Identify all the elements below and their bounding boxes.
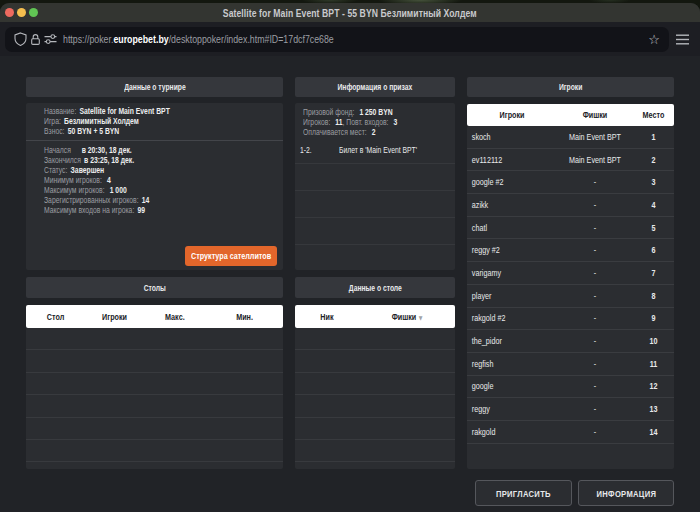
empty-row (26, 418, 283, 440)
column-table[interactable]: Стол (32, 312, 79, 322)
permissions-icon[interactable] (44, 33, 57, 45)
prize-row-empty (295, 191, 455, 218)
browser-window: Satellite for Main Event BPT - 55 BYN Бе… (0, 3, 700, 512)
menu-button[interactable] (669, 34, 695, 45)
shield-icon[interactable] (14, 32, 27, 46)
empty-row (295, 418, 455, 440)
column-place[interactable]: Место (637, 110, 670, 120)
empty-row (26, 373, 283, 395)
hamburger-icon (676, 34, 689, 45)
window-controls (5, 3, 38, 22)
prize-info-line: Игроков: 11, Повт. входов: 3 (303, 117, 425, 127)
tournament-field: Максимум входов на игрока:99 (44, 205, 235, 215)
minimize-window-button[interactable] (17, 8, 26, 17)
empty-row (26, 440, 283, 462)
tournament-field: Взнос:50 BYN + 5 BYN (44, 126, 235, 136)
prize-row-empty (295, 218, 455, 245)
player-row[interactable]: rakgold-14 (467, 421, 674, 444)
empty-row (295, 440, 455, 462)
title-bar: Satellite for Main Event BPT - 55 BYN Бе… (0, 3, 700, 22)
empty-row (26, 328, 283, 350)
empty-row (295, 373, 455, 395)
prize-info: Призовой фонд: 1 250 BYNИгроков: 11, Пов… (295, 107, 455, 137)
prize-row-empty (295, 245, 455, 270)
tournament-field: Зарегистрированных игроков:14 (44, 195, 235, 205)
player-row[interactable]: player-8 (467, 285, 674, 308)
zoom-window-button[interactable] (29, 8, 38, 17)
player-row[interactable]: varigamy-7 (467, 262, 674, 285)
column-max[interactable]: Макс. (150, 312, 199, 322)
tournament-field: Игра:Безлимитный Холдем (44, 116, 235, 126)
player-row[interactable]: google #2-3 (467, 171, 674, 194)
tables-panel-header: Столы (26, 277, 283, 298)
player-row[interactable]: azikk-4 (467, 194, 674, 217)
prize-info-line: Оплачивается мест: 2 (303, 127, 425, 137)
column-nick[interactable]: Ник (301, 312, 352, 322)
empty-row (295, 350, 455, 372)
table-data-column-header: Ник Фишки▼ (295, 305, 455, 328)
empty-row (295, 462, 455, 469)
player-row[interactable]: regfish-11 (467, 353, 674, 376)
address-bar[interactable]: https://poker.europebet.by/desktoppoker/… (5, 27, 669, 52)
column-players[interactable]: Игроки (91, 312, 138, 322)
table-data-list (295, 328, 455, 469)
divider (26, 140, 283, 141)
prizes-panel: Призовой фонд: 1 250 BYNИгроков: 11, Пов… (295, 103, 455, 270)
player-row[interactable]: rakgold #2-9 (467, 308, 674, 331)
player-row[interactable]: chatl-5 (467, 217, 674, 240)
empty-row (295, 328, 455, 350)
information-button[interactable]: ИНФОРМАЦИЯ (578, 480, 674, 506)
players-column-header: Игроки Фишки Место (467, 104, 674, 126)
tournament-panel: Название:Satellite for Main Event BPTИгр… (26, 103, 283, 270)
table-data-panel-header: Данные о столе (295, 277, 455, 298)
empty-row (26, 395, 283, 417)
tournament-field: Статус:Завершен (44, 165, 235, 175)
player-row[interactable]: the_pidor-10 (467, 330, 674, 353)
column-chips[interactable]: Фишки▼ (369, 312, 446, 322)
tournament-field: Минимум игроков: 4 (44, 175, 235, 185)
tournament-block-1: Название:Satellite for Main Event BPTИгр… (26, 106, 283, 136)
browser-toolbar: https://poker.europebet.by/desktoppoker/… (0, 22, 700, 56)
sort-arrow-icon: ▼ (419, 314, 423, 321)
tournament-field: Максимум игроков: 1 000 (44, 185, 235, 195)
empty-row (26, 350, 283, 372)
action-buttons: ПРИГЛАСИТЬ ИНФОРМАЦИЯ (475, 480, 674, 506)
column-min[interactable]: Мин. (214, 312, 276, 322)
url-text[interactable]: https://poker.europebet.by/desktoppoker/… (63, 34, 575, 45)
player-row[interactable]: skochMain Event BPT1 (467, 126, 674, 149)
tournament-block-2: Начался в 20:30, 18 дек.Закончилсяв 23:2… (26, 145, 283, 215)
prize-info-line: Призовой фонд: 1 250 BYN (303, 107, 425, 117)
tables-column-header: Стол Игроки Макс. Мин. (26, 305, 283, 328)
tournament-field: Название:Satellite for Main Event BPT (44, 106, 235, 116)
player-row[interactable]: google-12 (467, 376, 674, 399)
app-content: Данные о турнире Название:Satellite for … (0, 59, 700, 512)
bookmark-star-icon[interactable]: ☆ (648, 33, 660, 46)
tournament-field: Начался в 20:30, 18 дек. (44, 145, 235, 155)
tables-list (26, 328, 283, 469)
satellite-structure-button[interactable]: Структура сателлитов (185, 246, 277, 266)
column-chips[interactable]: Фишки (565, 110, 626, 120)
prize-row: 1-2.Билет в 'Main Event BPT' (295, 137, 455, 164)
players-panel-header: Игроки (467, 77, 674, 97)
prize-row-empty (295, 164, 455, 191)
player-row[interactable]: ev112112Main Event BPT2 (467, 149, 674, 172)
lock-icon[interactable] (30, 33, 41, 46)
empty-row (26, 462, 283, 469)
player-row[interactable]: reggy-13 (467, 398, 674, 421)
column-players[interactable]: Игроки (476, 110, 548, 120)
players-list: skochMain Event BPT1ev112112Main Event B… (467, 126, 674, 469)
tournament-field: Закончилсяв 23:25, 18 дек. (44, 155, 235, 165)
player-row[interactable]: reggy #2-6 (467, 239, 674, 262)
prizes-panel-header: Информация о призах (295, 77, 455, 97)
prize-list: 1-2.Билет в 'Main Event BPT' (295, 137, 455, 270)
tournament-panel-header: Данные о турнире (26, 77, 283, 97)
close-window-button[interactable] (5, 8, 14, 17)
window-title: Satellite for Main Event BPT - 55 BYN Бе… (223, 7, 477, 19)
invite-button[interactable]: ПРИГЛАСИТЬ (475, 480, 572, 506)
empty-row (295, 395, 455, 417)
